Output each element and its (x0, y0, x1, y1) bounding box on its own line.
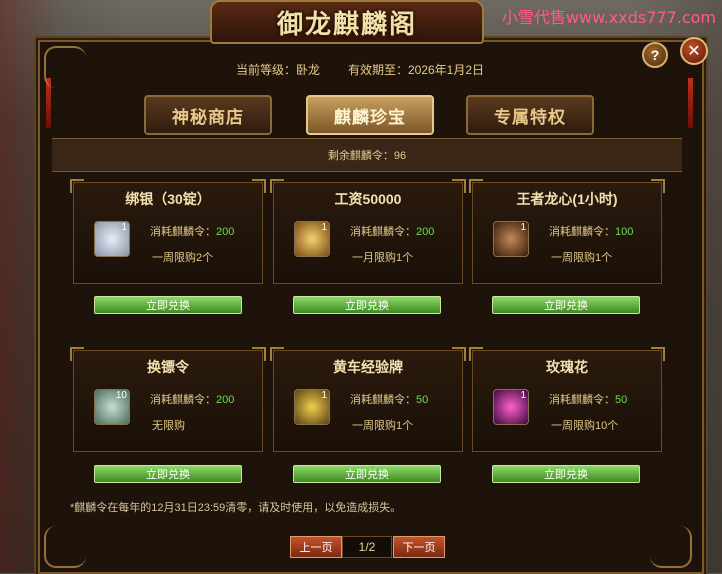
current-level-text: 当前等级：卧龙 (235, 62, 320, 77)
cost-value: 200 (216, 394, 235, 406)
item-name: 绑银（30锭） (125, 191, 211, 207)
tab-mystery-shop[interactable]: 神秘商店 (144, 95, 272, 135)
item-card: 玫瑰花 1 消耗麒麟令：50 一周限购10个 (469, 347, 665, 452)
item-cost: 消耗麒麟令：100 (549, 223, 633, 239)
page-title: 御龙麒麟阁 (276, 9, 417, 40)
title-plate: 御龙麒麟阁 (210, 0, 484, 44)
item-limit: 一周限购1个 (551, 252, 613, 264)
info-bar: 当前等级：卧龙 有效期至：2026年1月2日 (50, 55, 670, 83)
item-name: 工资50000 (334, 191, 402, 207)
cost-label: 消耗麒麟令： (549, 226, 615, 238)
dragon-head-icon[interactable]: 1 (493, 221, 529, 257)
item-count: 10 (115, 390, 127, 401)
watermark-text: 小雪代售www.xxds777.com (501, 8, 716, 27)
item-card: 绑银（30锭） 1 消耗麒麟令：200 一周限购2个 (70, 179, 266, 284)
frame-corner-bl (44, 526, 86, 568)
item-card: 换镖令 10 消耗麒麟令：200 无限购 (70, 347, 266, 452)
close-button[interactable]: ✕ (680, 37, 708, 65)
item-card: 黄车经验牌 1 消耗麒麟令：50 一周限购1个 (270, 347, 466, 452)
reset-notice: *麒麟令在每年的12月31日23:59清零，请及时使用，以免造成损失。 (70, 502, 402, 514)
cost-label: 消耗麒麟令： (350, 226, 416, 238)
expiry-date-text: 有效期至：2026年1月2日 (347, 62, 485, 77)
item-limit: 一周限购10个 (551, 420, 619, 432)
remaining-tokens-bar: 剩余麒麟令：96 (52, 138, 682, 172)
cost-value: 100 (615, 226, 634, 238)
jade-token-icon[interactable]: 10 (94, 389, 130, 425)
item-limit: 无限购 (152, 420, 185, 432)
cost-label: 消耗麒麟令： (350, 394, 416, 406)
rose-icon[interactable]: 1 (493, 389, 529, 425)
item-card: 工资50000 1 消耗麒麟令：200 一月限购1个 (270, 179, 466, 284)
item-cost: 消耗麒麟令：50 (350, 391, 428, 407)
cost-label: 消耗麒麟令： (150, 394, 216, 406)
item-cost: 消耗麒麟令：200 (150, 391, 234, 407)
cost-value: 200 (216, 226, 235, 238)
cost-value: 200 (416, 226, 435, 238)
item-name: 换镖令 (147, 359, 189, 375)
redeem-button[interactable]: 立即兑换 (293, 296, 441, 314)
next-page-button[interactable]: 下一页 (393, 536, 445, 558)
redeem-button[interactable]: 立即兑换 (94, 296, 242, 314)
pagination: 上一页 1/2 下一页 (290, 536, 445, 558)
silver-ingot-icon[interactable]: 1 (94, 221, 130, 257)
tab-qilin-treasure[interactable]: 麒麟珍宝 (306, 95, 434, 135)
gold-scroll-icon[interactable]: 1 (294, 221, 330, 257)
item-limit: 一月限购1个 (352, 252, 414, 264)
item-count: 1 (121, 222, 127, 233)
item-cost: 消耗麒麟令：200 (350, 223, 434, 239)
right-tassel (688, 78, 693, 128)
item-count: 1 (520, 222, 526, 233)
tab-exclusive-privilege[interactable]: 专属特权 (466, 95, 594, 135)
cost-label: 消耗麒麟令： (150, 226, 216, 238)
item-limit: 一周限购1个 (352, 420, 414, 432)
item-count: 1 (321, 390, 327, 401)
remaining-tokens-text: 剩余麒麟令：96 (327, 150, 407, 162)
golden-cart-icon[interactable]: 1 (294, 389, 330, 425)
item-count: 1 (520, 390, 526, 401)
redeem-button[interactable]: 立即兑换 (492, 296, 640, 314)
cost-value: 50 (416, 394, 429, 406)
item-name: 玫瑰花 (546, 359, 588, 375)
tab-bar: 神秘商店 麒麟珍宝 专属特权 (140, 95, 600, 135)
redeem-button[interactable]: 立即兑换 (293, 465, 441, 483)
cost-label: 消耗麒麟令： (549, 394, 615, 406)
redeem-button[interactable]: 立即兑换 (94, 465, 242, 483)
cost-value: 50 (615, 394, 628, 406)
item-name: 王者龙心(1小时) (516, 191, 618, 207)
item-card: 王者龙心(1小时) 1 消耗麒麟令：100 一周限购1个 (469, 179, 665, 284)
item-cost: 消耗麒麟令：50 (549, 391, 627, 407)
frame-corner-br (650, 526, 692, 568)
item-name: 黄车经验牌 (333, 359, 403, 375)
redeem-button[interactable]: 立即兑换 (492, 465, 640, 483)
page-indicator: 1/2 (342, 536, 392, 558)
item-cost: 消耗麒麟令：200 (150, 223, 234, 239)
prev-page-button[interactable]: 上一页 (290, 536, 342, 558)
item-count: 1 (321, 222, 327, 233)
item-limit: 一周限购2个 (152, 252, 214, 264)
